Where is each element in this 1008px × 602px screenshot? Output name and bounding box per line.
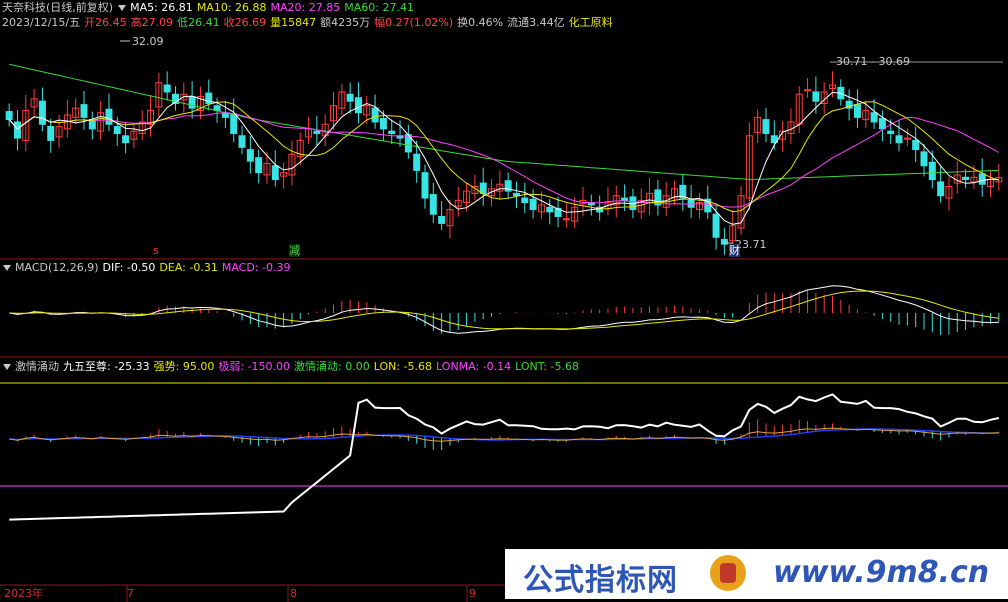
candle-body — [887, 130, 895, 134]
indicator-dropdown-icon[interactable] — [3, 363, 11, 370]
candle-body — [521, 197, 529, 204]
candle-body — [895, 135, 903, 144]
ma60-line — [9, 63, 999, 180]
candle-body — [853, 104, 861, 118]
indicator-legend-item-6: LONMA: -0.14 — [436, 360, 512, 373]
candle-body — [438, 215, 446, 224]
candle-body — [421, 172, 429, 199]
candle-body — [5, 111, 13, 121]
macd-dropdown-icon[interactable] — [3, 264, 11, 271]
marker-s: s — [153, 244, 159, 257]
ma5-line — [8, 91, 999, 225]
macd-legend-item-0: MACD(12,26,9) — [15, 261, 99, 274]
x-label-9: 9 — [469, 587, 476, 600]
candle-body — [379, 117, 387, 130]
candle-body — [246, 149, 254, 162]
candle-body — [479, 182, 487, 194]
indicator-header: 激情涌动 九五至尊: -25.33 强势: 95.00 极弱: -150.00 激情涌动… — [2, 360, 587, 374]
candle-body — [255, 157, 263, 174]
high-left-label: 32.09 — [132, 35, 164, 48]
marker-cai: 财 — [729, 244, 740, 257]
x-label-2023: 2023年 — [4, 587, 43, 600]
candle-body — [621, 197, 629, 201]
chart-stage: 天奈科技(日线,前复权) MA5: 26.81 MA10: 26.88 MA20: 2… — [0, 0, 1008, 602]
watermark-text: 公式指标网 — [523, 563, 678, 598]
chart-svg — [0, 40, 1008, 602]
lonma-line — [9, 428, 999, 441]
candle-body — [928, 161, 936, 181]
indicator-legend-item-5: LON: -5.68 — [373, 360, 433, 373]
candle-body — [371, 107, 379, 123]
watermark-url: www.9m8.cn — [773, 555, 990, 590]
indicator-legend-item-4: 激情涌动: 0.00 — [294, 360, 370, 373]
candle-body — [546, 206, 554, 213]
candle-body — [346, 93, 354, 102]
candle-body — [80, 104, 88, 118]
macd-legend-item-3: MACD: -0.39 — [221, 261, 291, 274]
candle-body — [188, 96, 196, 109]
indicator-legend-item-2: 强势: 95.00 — [153, 360, 215, 373]
candle-body — [870, 112, 878, 123]
x-label-7: 7 — [127, 587, 134, 600]
candle-body — [230, 113, 238, 134]
dea-line — [9, 290, 999, 330]
marker-jian: 减 — [289, 244, 300, 257]
candle-body — [271, 165, 279, 181]
jiuwu-line — [9, 393, 1000, 521]
candle-body — [163, 84, 171, 93]
candle-body — [413, 153, 421, 171]
candle-body — [38, 100, 46, 125]
candle-body — [878, 117, 886, 130]
watermark-logo-icon — [710, 555, 746, 591]
macd-legend-item-2: DEA: -0.31 — [159, 261, 218, 274]
x-label-8: 8 — [290, 587, 297, 600]
candle-body — [429, 194, 437, 215]
candle-body — [313, 130, 321, 134]
candle-body — [712, 213, 720, 238]
candle-body — [122, 135, 130, 144]
candle-body — [762, 119, 770, 134]
indicator-legend-item-0: 激情涌动 — [15, 360, 59, 373]
macd-header: MACD(12,26,9) DIF: -0.50 DEA: -0.31 MACD: -… — [2, 261, 298, 275]
candle-body — [113, 126, 121, 134]
ma10-line — [8, 101, 999, 213]
candle-body — [213, 105, 221, 111]
candle-body — [962, 176, 970, 181]
candle-body — [937, 181, 945, 197]
candle-body — [562, 218, 570, 221]
indicator-legend-item-7: LONT: -5.68 — [515, 360, 579, 373]
indicator-legend-item-1: 九五至尊: -25.33 — [63, 360, 150, 373]
candle-body — [529, 198, 537, 211]
ma20-line — [8, 112, 1000, 208]
high-right-label: 30.71 - 30.69 — [836, 55, 910, 68]
candle-body — [920, 151, 928, 167]
candle-body — [238, 135, 246, 148]
macd-legend-item-1: DIF: -0.50 — [102, 261, 156, 274]
candle-body — [47, 126, 55, 141]
candle-body — [13, 121, 21, 139]
watermark: 公式指标网 www.9m8.cn — [505, 549, 1008, 599]
candle-body — [812, 91, 820, 102]
candle-body — [105, 108, 113, 125]
candle-body — [354, 97, 362, 114]
candle-body — [388, 130, 396, 134]
indicator-legend-item-3: 极弱: -150.00 — [218, 360, 291, 373]
candle-body — [912, 139, 920, 151]
candle-body — [978, 173, 986, 185]
dif-line — [9, 285, 999, 334]
